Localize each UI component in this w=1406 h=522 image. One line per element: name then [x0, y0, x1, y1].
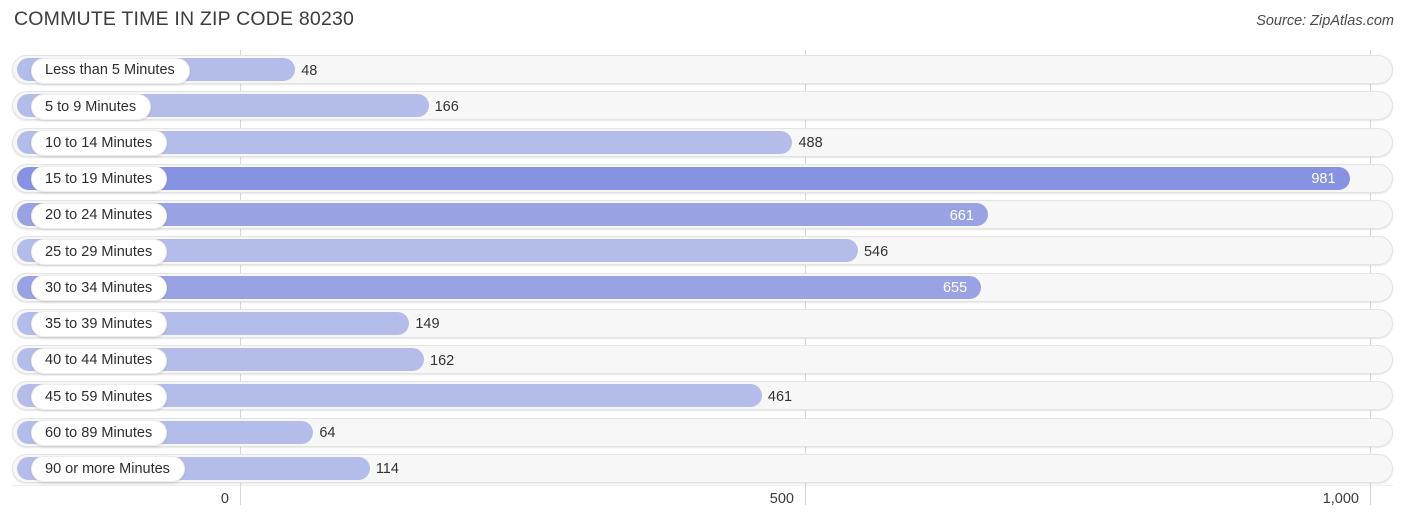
category-label-pill: 40 to 44 Minutes: [31, 347, 168, 374]
category-label: 35 to 39 Minutes: [45, 316, 153, 332]
category-label-pill: 10 to 14 Minutes: [31, 130, 168, 156]
axis-top-rule: [12, 485, 1393, 486]
axis-tick-label: 1,000: [1322, 491, 1359, 507]
category-label-pill: Less than 5 Minutes: [31, 57, 190, 84]
category-label: 90 or more Minutes: [45, 461, 170, 477]
axis-tickline: [1370, 485, 1371, 505]
axis-tick-label: 500: [769, 491, 794, 507]
bar[interactable]: [17, 166, 1350, 190]
category-label-pill: 30 to 34 Minutes: [31, 275, 168, 301]
bar-value-label: 114: [375, 461, 399, 478]
category-label: 10 to 14 Minutes: [45, 134, 153, 151]
category-label-pill: 60 to 89 Minutes: [31, 420, 168, 446]
bar-value-label: 461: [767, 388, 793, 405]
chart-row[interactable]: 40 to 44 Minutes 162: [12, 345, 1393, 374]
page-title: COMMUTE TIME IN ZIP CODE 80230: [14, 8, 355, 30]
bar-value-label: 546: [863, 243, 889, 260]
category-label-pill: 5 to 9 Minutes: [31, 93, 152, 120]
category-label: 45 to 59 Minutes: [45, 388, 153, 405]
bar-value-label: 149: [415, 316, 440, 333]
chart-row[interactable]: 30 to 34 Minutes 655: [12, 272, 1393, 302]
axis-tick-label: 0: [220, 491, 229, 507]
chart-plot-area: Less than 5 Minutes 48 5 to 9 Minutes 166 10…: [0, 50, 1406, 485]
chart-row[interactable]: 35 to 39 Minutes 149: [12, 308, 1393, 338]
chart-row[interactable]: 90 or more Minutes 114: [12, 453, 1393, 483]
chart-row[interactable]: 45 to 59 Minutes 461: [12, 381, 1393, 411]
bar-value-label: 162: [430, 352, 455, 369]
bar-value-label: 488: [798, 135, 823, 151]
category-label: 15 to 19 Minutes: [45, 171, 153, 187]
category-label: 25 to 29 Minutes: [45, 243, 153, 260]
chart-row[interactable]: 15 to 19 Minutes 981: [12, 163, 1393, 193]
category-label-pill: 45 to 59 Minutes: [31, 383, 168, 410]
source-attribution: Source: ZipAtlas.com: [1256, 13, 1394, 29]
category-label: 30 to 34 Minutes: [45, 279, 153, 296]
chart-row[interactable]: 10 to 14 Minutes 488: [12, 127, 1393, 157]
category-label-pill: 20 to 24 Minutes: [31, 202, 168, 229]
category-label: 60 to 89 Minutes: [45, 424, 153, 441]
axis-tickline: [805, 485, 806, 505]
chart-row[interactable]: 20 to 24 Minutes 661: [12, 200, 1393, 229]
category-label: Less than 5 Minutes: [45, 62, 175, 79]
category-label-pill: 35 to 39 Minutes: [31, 311, 168, 338]
chart-row[interactable]: 25 to 29 Minutes 546: [12, 236, 1393, 266]
bar-value-label: 48: [301, 62, 318, 79]
category-label: 40 to 44 Minutes: [45, 352, 153, 369]
category-label-pill: 90 or more Minutes: [31, 456, 185, 483]
chart-row[interactable]: 5 to 9 Minutes 166: [12, 91, 1393, 121]
category-label: 20 to 24 Minutes: [45, 207, 153, 224]
chart-row[interactable]: Less than 5 Minutes 48: [12, 55, 1393, 84]
category-label-pill: 25 to 29 Minutes: [31, 238, 168, 265]
category-label-pill: 15 to 19 Minutes: [31, 166, 168, 193]
bar-value-label: 166: [434, 98, 459, 115]
x-axis: 0 500 1,000: [0, 485, 1406, 522]
category-label: 5 to 9 Minutes: [45, 98, 137, 115]
axis-tickline: [240, 485, 241, 505]
chart-page: COMMUTE TIME IN ZIP CODE 80230 Source: Z…: [0, 0, 1406, 522]
chart-row[interactable]: 60 to 89 Minutes 64: [12, 417, 1393, 447]
bar-value-label: 64: [319, 425, 336, 441]
